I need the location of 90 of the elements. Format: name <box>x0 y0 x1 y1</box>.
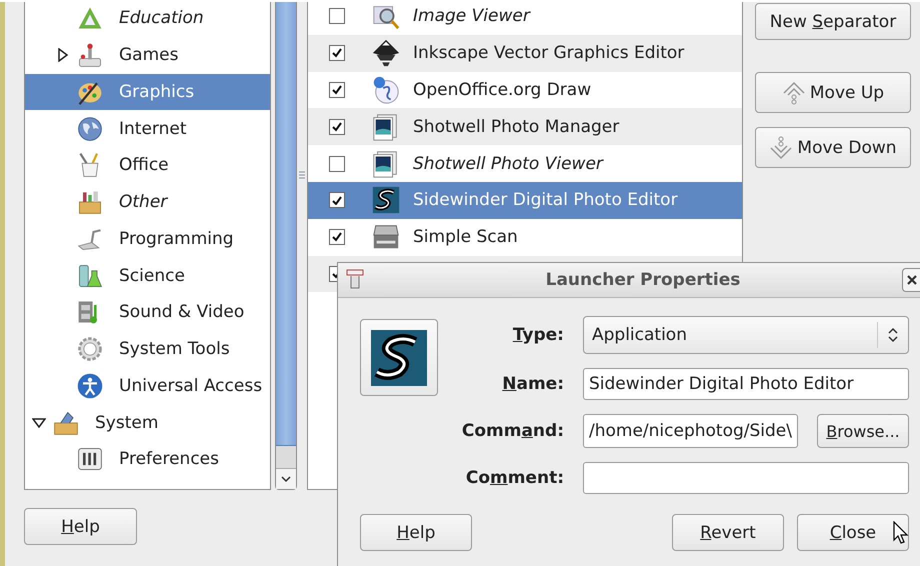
tree-item[interactable]: Other <box>25 184 270 220</box>
checkbox[interactable] <box>329 82 345 98</box>
list-item[interactable]: Shotwell Photo Manager <box>308 108 742 146</box>
tree-item[interactable]: Universal Access <box>25 368 270 404</box>
category-label: Games <box>119 45 178 66</box>
joystick-icon <box>76 41 104 70</box>
field-label: Type: <box>512 325 564 345</box>
checkbox[interactable] <box>329 229 345 246</box>
close-button[interactable]: Close <box>797 514 909 551</box>
tree-item[interactable]: Science <box>25 257 270 294</box>
type-dropdown[interactable]: Application <box>583 316 909 354</box>
category-label: Graphics <box>119 82 194 102</box>
tree-item[interactable]: System <box>25 404 270 441</box>
input-field[interactable] <box>583 462 909 494</box>
s-logo-icon <box>371 185 401 216</box>
expander-icon[interactable] <box>57 48 69 62</box>
grip-icon[interactable] <box>298 170 306 180</box>
input-field[interactable]: Sidewinder Digital Photo Editor <box>583 368 909 400</box>
category-label: Preferences <box>119 449 219 470</box>
close-button[interactable] <box>902 268 920 292</box>
checkbox[interactable] <box>329 192 345 208</box>
tree-item[interactable]: Education <box>25 2 270 37</box>
icon-button[interactable] <box>360 319 438 396</box>
list-item[interactable]: Simple Scan <box>308 218 742 256</box>
swirl-icon <box>371 74 401 105</box>
item-label: Sidewinder Digital Photo Editor <box>413 190 678 210</box>
checkmark-icon <box>332 122 342 132</box>
field-label: Comment: <box>464 468 564 488</box>
close-icon <box>906 274 918 286</box>
checkbox[interactable] <box>329 45 345 62</box>
move-down-button[interactable]: Move Down <box>755 127 911 168</box>
list-item[interactable]: Shotwell Photo Viewer <box>308 145 742 182</box>
input-field[interactable]: /home/nicephotog/Side\ <box>583 414 798 448</box>
category-label: Science <box>119 266 185 286</box>
checkbox[interactable] <box>329 118 345 135</box>
category-label: Office <box>119 155 169 176</box>
arrow-down-icon <box>769 136 794 160</box>
item-label: Shotwell Photo Manager <box>413 116 620 137</box>
checkmark-icon <box>332 85 342 95</box>
field-label: Name: <box>501 374 564 394</box>
tree-item[interactable]: System Tools <box>25 330 270 368</box>
pin-icon <box>346 269 364 291</box>
arrow-up-icon <box>782 80 806 104</box>
category-label: Education <box>119 8 204 28</box>
tree-item[interactable]: Graphics <box>25 74 270 110</box>
field-label: Command: <box>460 421 564 441</box>
tree-item[interactable]: Internet <box>25 110 270 147</box>
list-item[interactable]: OpenOffice.org Draw <box>308 72 742 108</box>
category-label: Programming <box>119 228 234 249</box>
category-label: System <box>95 412 158 433</box>
revert-button[interactable]: Revert <box>672 514 784 551</box>
item-label: Inkscape Vector Graphics Editor <box>413 43 684 64</box>
category-label: Internet <box>119 118 187 139</box>
checkmark-icon <box>332 232 342 242</box>
accessibility-icon <box>76 372 104 400</box>
scroll-down-button[interactable] <box>276 468 296 489</box>
window-title: Launcher Properties <box>544 270 742 290</box>
gear-icon <box>76 335 104 364</box>
list-item[interactable]: Sidewinder Digital Photo Editor <box>308 182 742 219</box>
checkbox[interactable] <box>329 8 345 24</box>
help-button[interactable]: Help <box>24 508 137 545</box>
move-up-button[interactable]: Move Up <box>755 72 911 113</box>
item-label: OpenOffice.org Draw <box>413 80 592 100</box>
list-item[interactable]: Image Viewer <box>308 2 742 35</box>
checkmark-icon <box>332 48 342 58</box>
item-label: Image Viewer <box>413 6 530 26</box>
category-label: Sound & Video <box>119 302 244 322</box>
checkbox[interactable] <box>329 156 345 172</box>
tree-item[interactable]: Programming <box>25 220 270 258</box>
expander-icon[interactable] <box>32 416 46 429</box>
category-label: Other <box>119 192 168 212</box>
globe-icon <box>76 114 104 143</box>
list-item[interactable]: Inkscape Vector Graphics Editor <box>308 34 742 72</box>
tree-item[interactable]: Games <box>25 36 270 74</box>
tree-item[interactable]: Office <box>25 147 270 184</box>
chevron-down-icon <box>281 475 291 483</box>
category-label: System Tools <box>119 339 230 360</box>
item-label: Simple Scan <box>413 227 518 248</box>
scrollbar-thumb[interactable] <box>276 2 296 446</box>
checkmark-icon <box>332 196 342 206</box>
up-down-icon <box>888 327 898 343</box>
pointer-icon <box>893 521 909 545</box>
help-button[interactable]: Help <box>360 514 472 551</box>
browse-button[interactable]: Browse... <box>817 414 909 448</box>
new-separator-button[interactable]: New Separator <box>755 3 911 40</box>
item-label: Shotwell Photo Viewer <box>413 154 603 174</box>
tree-item[interactable]: Sound & Video <box>25 294 270 331</box>
category-label: Universal Access <box>119 376 262 396</box>
scrollbar[interactable] <box>275 2 297 490</box>
tree-item[interactable]: Preferences <box>25 441 270 478</box>
